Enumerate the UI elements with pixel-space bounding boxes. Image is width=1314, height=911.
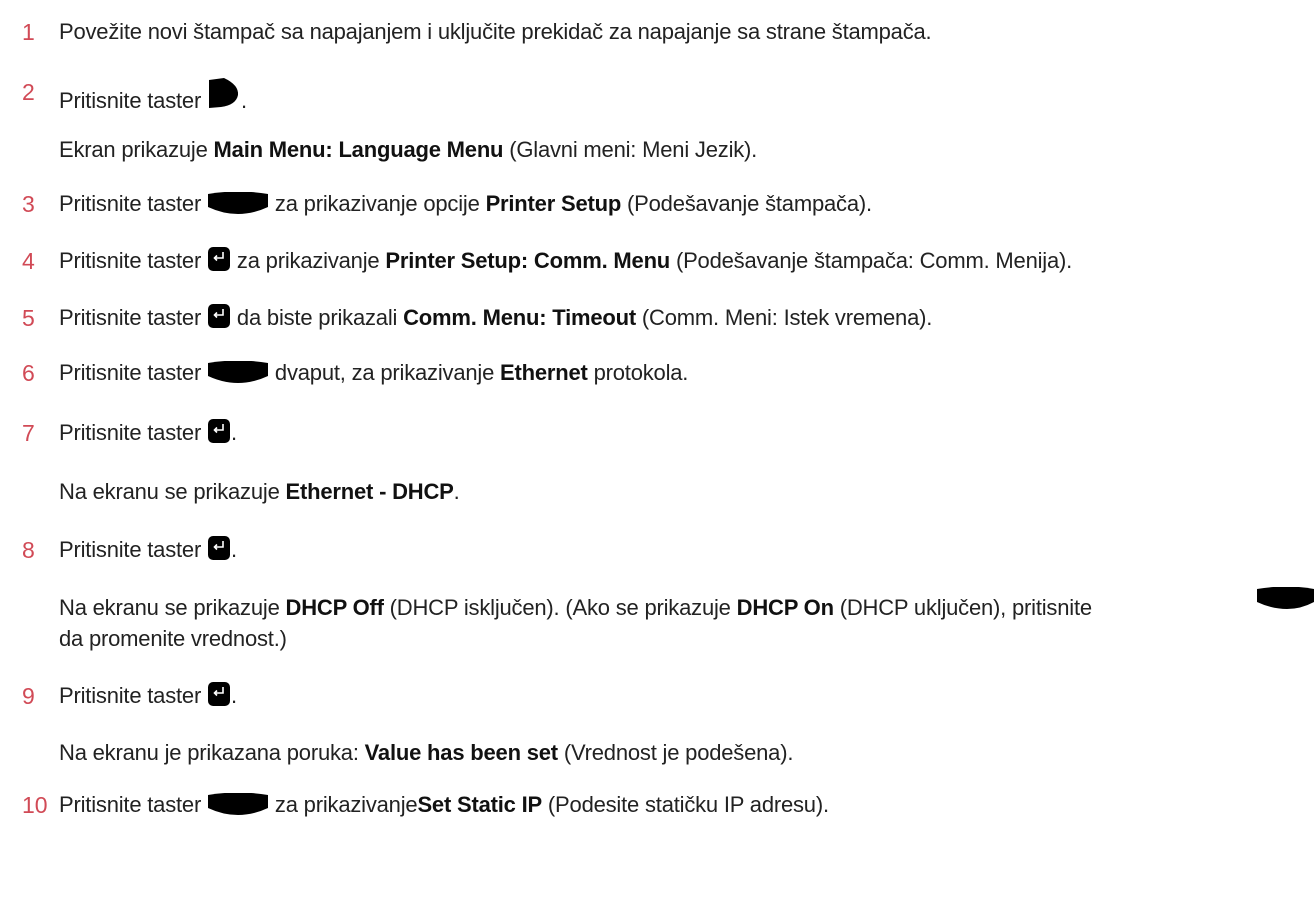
step-note: Na ekranu se prikazuje DHCP Off (DHCP is…	[59, 593, 1092, 623]
step-text-part: Pritisnite taster	[59, 792, 202, 817]
step-text-bold: Comm. Menu: Timeout	[403, 305, 637, 330]
step-text-bold: Printer Setup: Comm. Menu	[385, 248, 671, 273]
step-text-part: Pritisnite taster	[59, 88, 202, 113]
step-text-part: .	[231, 683, 237, 708]
step-text-part: Pritisnite taster	[59, 683, 202, 708]
step-text: Pritisnite taster za prikazivanje opcije…	[59, 189, 872, 219]
step-note-part: Na ekranu je prikazana poruka:	[59, 740, 365, 765]
step-note-part: (DHCP uključen), pritisnite	[833, 595, 1092, 620]
step-text-part: .	[241, 88, 247, 113]
step-text-part: (Comm. Meni: Istek vremena).	[636, 305, 933, 330]
step-text: Pritisnite taster za prikazivanjeSet Sta…	[59, 790, 829, 820]
enter-key-icon	[208, 536, 231, 560]
step-text-part: za prikazivanje opcije	[269, 191, 486, 216]
step-number: 3	[22, 191, 35, 217]
step-note-bold: Value has been set	[364, 740, 558, 765]
step-note-part: Na ekranu se prikazuje	[59, 595, 286, 620]
step-number: 4	[22, 248, 35, 274]
step-note-part: .	[453, 479, 460, 504]
step-text-part: .	[231, 537, 237, 562]
step-number: 10	[22, 792, 48, 818]
step-text-part: da biste prikazali	[231, 305, 404, 330]
step-number: 6	[22, 360, 35, 386]
step-text-part: .	[231, 420, 237, 445]
step-number: 7	[22, 420, 35, 446]
step-number: 9	[22, 683, 35, 709]
step-text: Pritisnite taster dvaput, za prikazivanj…	[59, 358, 688, 388]
step-note-bold: DHCP On	[736, 595, 834, 620]
step-text: Pritisnite taster .	[59, 418, 237, 448]
enter-key-icon	[208, 682, 231, 706]
step-note-bold: Main Menu: Language Menu	[213, 137, 504, 162]
step-text: Pritisnite taster .	[59, 77, 247, 116]
step-note: Na ekranu je prikazana poruka: Value has…	[59, 738, 793, 768]
step-text-bold: Set Static IP	[417, 792, 543, 817]
step-text-part: Pritisnite taster	[59, 360, 202, 385]
step-text-bold: Printer Setup	[485, 191, 622, 216]
step-note-bold: DHCP Off	[285, 595, 384, 620]
step-number: 1	[22, 19, 35, 45]
step-note-part: Ekran prikazuje	[59, 137, 214, 162]
down-arrow-key-icon	[1257, 586, 1314, 614]
step-text: Povežite novi štampač sa napajanjem i uk…	[59, 17, 932, 47]
step-text: Pritisnite taster .	[59, 681, 237, 711]
enter-key-icon	[208, 247, 231, 271]
step-text-part: dvaput, za prikazivanje	[269, 360, 501, 385]
step-text-part: (Podesite statičku IP adresu).	[542, 792, 829, 817]
step-number: 5	[22, 305, 35, 331]
step-note-part: Na ekranu se prikazuje	[59, 479, 286, 504]
step-text-part: za prikazivanje	[269, 792, 418, 817]
step-note-part: (Glavni meni: Meni Jezik).	[503, 137, 758, 162]
step-text: Pritisnite taster za prikazivanje Printe…	[59, 246, 1072, 276]
step-text-part: Pritisnite taster	[59, 248, 202, 273]
step-text-part: (Podešavanje štampača: Comm. Menija).	[670, 248, 1073, 273]
step-note: da promenite vrednost.)	[59, 624, 287, 654]
step-note-part: (Vrednost je podešena).	[557, 740, 794, 765]
step-text-part: Pritisnite taster	[59, 537, 202, 562]
step-text-bold: Ethernet	[500, 360, 588, 385]
step-text-part: (Podešavanje štampača).	[621, 191, 872, 216]
step-number: 2	[22, 79, 35, 105]
step-text-part: Pritisnite taster	[59, 420, 202, 445]
enter-key-icon	[208, 419, 231, 443]
step-text-part: Pritisnite taster	[59, 305, 202, 330]
step-text-part: Pritisnite taster	[59, 191, 202, 216]
step-note: Na ekranu se prikazuje Ethernet - DHCP.	[59, 477, 460, 507]
down-arrow-key-icon	[208, 361, 269, 383]
step-text-part: Povežite novi štampač sa napajanjem i uk…	[59, 19, 932, 44]
step-note-bold: Ethernet - DHCP	[285, 479, 454, 504]
down-arrow-key-icon	[208, 793, 269, 815]
down-arrow-key-icon	[208, 192, 269, 214]
step-note: Ekran prikazuje Main Menu: Language Menu…	[59, 135, 757, 165]
step-note-part: da promenite vrednost.)	[59, 626, 287, 651]
step-text-part: za prikazivanje	[231, 248, 386, 273]
step-text: Pritisnite taster .	[59, 535, 237, 565]
step-note-part: (DHCP isključen). (Ako se prikazuje	[383, 595, 737, 620]
power-key-icon	[208, 77, 240, 111]
step-text: Pritisnite taster da biste prikazali Com…	[59, 303, 932, 333]
enter-key-icon	[208, 304, 231, 328]
step-number: 8	[22, 537, 35, 563]
step-text-part: protokola.	[587, 360, 689, 385]
